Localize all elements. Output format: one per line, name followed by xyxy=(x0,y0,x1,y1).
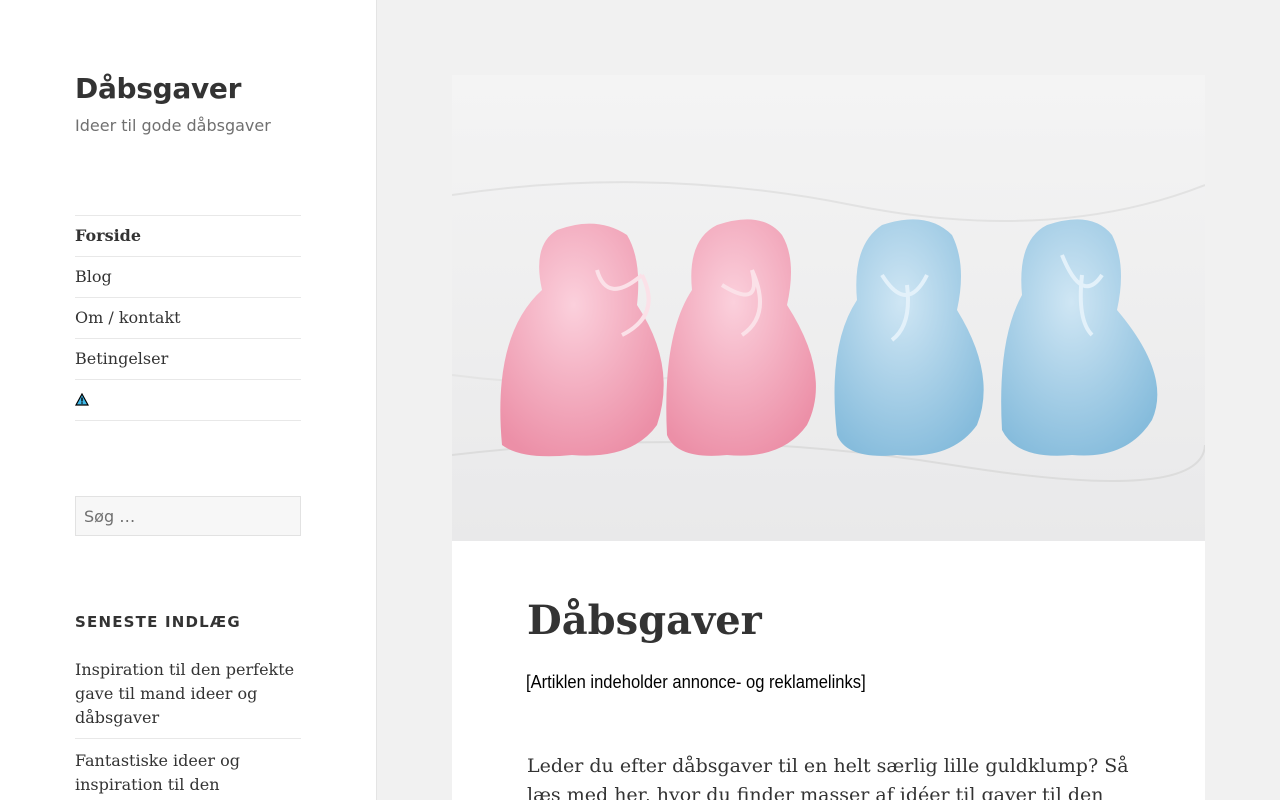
recent-posts-list: Inspiration til den perfekte gave til ma… xyxy=(75,658,301,800)
warning-icon xyxy=(75,392,89,406)
sidebar: Dåbsgaver Ideer til gode dåbsgaver Forsi… xyxy=(0,0,377,800)
site-description: Ideer til gode dåbsgaver xyxy=(75,116,271,135)
nav-item-warning[interactable] xyxy=(75,380,301,421)
recent-post-link[interactable]: Fantastiske ideer og inspiration til den… xyxy=(75,749,301,800)
nav-item-om-kontakt[interactable]: Om / kontakt xyxy=(75,298,301,339)
recent-post-link[interactable]: Inspiration til den perfekte gave til ma… xyxy=(75,658,301,739)
article: Dåbsgaver [Artiklen indeholder annonce- … xyxy=(452,75,1205,800)
recent-posts-heading: SENESTE INDLÆG xyxy=(75,613,241,631)
site-title[interactable]: Dåbsgaver xyxy=(75,72,241,105)
main-navigation: Forside Blog Om / kontakt Betingelser xyxy=(75,215,301,421)
article-intro: Leder du efter dåbsgaver til en helt sær… xyxy=(527,755,1129,800)
nav-item-forside[interactable]: Forside xyxy=(75,216,301,257)
search-input[interactable] xyxy=(75,496,301,536)
ad-disclaimer: [Artiklen indeholder annonce- og reklame… xyxy=(526,672,866,692)
baby-booties-image xyxy=(452,75,1205,541)
nav-item-blog[interactable]: Blog xyxy=(75,257,301,298)
article-title: Dåbsgaver xyxy=(527,597,762,644)
nav-item-betingelser[interactable]: Betingelser xyxy=(75,339,301,380)
